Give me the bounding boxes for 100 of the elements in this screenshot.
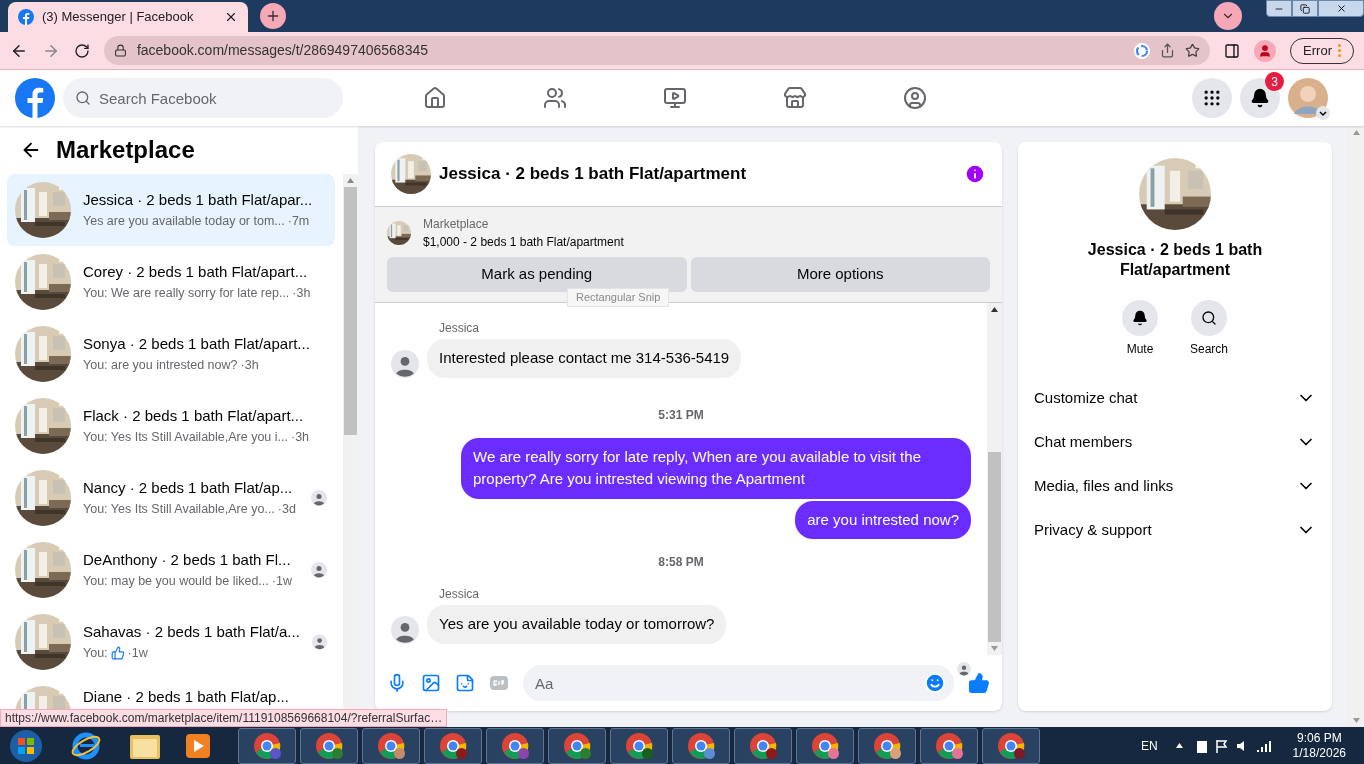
chat-preview: Yes are you available today or tom... (83, 212, 285, 230)
message-input[interactable]: Aa (523, 665, 954, 701)
details-section[interactable]: Media, files and links (1026, 464, 1324, 508)
message-bubble: are you intrested now? (795, 500, 971, 539)
share-icon[interactable] (1160, 43, 1176, 58)
grid-icon (1202, 88, 1222, 108)
window-close-button[interactable] (1318, 0, 1364, 17)
taskbar-button[interactable] (672, 727, 730, 764)
chat-list-item[interactable]: Sonya · 2 beds 1 bath Flat/apart... You: are you intrested now? ·3h (7, 318, 335, 390)
like-icon[interactable] (968, 672, 990, 694)
sticker-icon[interactable] (455, 673, 475, 693)
listing-action-button[interactable]: Mark as pending (387, 257, 687, 292)
facebook-logo-icon[interactable] (15, 78, 55, 118)
chat-header-title: Jessica · 2 beds 1 bath Flat/apartment (439, 163, 748, 186)
sender-name: Jessica (439, 586, 480, 603)
photo-icon[interactable] (421, 673, 441, 693)
search-icon (1201, 310, 1217, 326)
chat-preview: You: Yes Its Still Available,Are you i... (83, 428, 288, 446)
taskbar-button[interactable] (734, 727, 792, 764)
tab-title: (3) Messenger | Facebook (42, 8, 195, 27)
taskbar-button[interactable] (858, 727, 916, 764)
close-icon (1335, 3, 1347, 14)
restore-icon (1300, 3, 1310, 14)
profile-icon[interactable] (1254, 39, 1277, 62)
chat-title: Flack · 2 beds 1 bath Flat/apart... (83, 406, 305, 427)
chat-list-item[interactable]: Sahavas · 2 beds 1 bath Flat/a... You: ·1w (7, 606, 335, 678)
tab-search-button[interactable] (1214, 2, 1242, 30)
scroll-up-icon[interactable] (991, 307, 998, 312)
taskbar-button[interactable] (486, 727, 544, 764)
address-bar[interactable]: facebook.com/messages/t/2869497406568345 (103, 36, 1211, 65)
chat-title: Jessica · 2 beds 1 bath Flat/apar... (83, 190, 314, 211)
listing-title: $1,000 - 2 beds 1 bath Flat/apartment (423, 234, 624, 251)
chat-list-item[interactable]: Corey · 2 beds 1 bath Flat/apart... You: We are really sorry for late rep... ·3h (7, 246, 335, 318)
bell-icon (1250, 88, 1270, 108)
bookmark-star-icon[interactable] (1185, 43, 1201, 58)
plus-icon (265, 8, 281, 24)
close-icon[interactable] (224, 10, 238, 24)
timestamp: 5:31 PM (658, 406, 704, 424)
chat-list-item[interactable]: DeAnthony · 2 beds 1 bath Fl... You: may be you would be liked... ·1w (7, 534, 335, 606)
restore-button[interactable] (1292, 0, 1318, 17)
taskbar-button[interactable] (548, 727, 606, 764)
details-section[interactable]: Customize chat (1026, 376, 1324, 420)
groups-icon[interactable] (903, 86, 927, 110)
taskbar-button[interactable] (796, 727, 854, 764)
taskbar-button[interactable] (424, 727, 482, 764)
scrollbar-thumb[interactable] (988, 452, 1001, 642)
taskbar-button[interactable] (362, 727, 420, 764)
url-text: facebook.com/messages/t/2869497406568345 (136, 41, 429, 60)
chat-time: ·3h (240, 356, 259, 374)
home-icon[interactable] (423, 86, 447, 110)
lock-icon (113, 44, 127, 57)
chat-list-item[interactable]: Nancy · 2 beds 1 bath Flat/ap... You: Yes Its Still Available,Are yo... ·3d (7, 462, 335, 534)
taskbar-button[interactable] (300, 727, 358, 764)
notification-badge: 3 (1265, 72, 1284, 91)
message-bubble: Yes are you available today or tomorrow? (427, 605, 727, 644)
language-indicator[interactable]: EN (1140, 736, 1158, 755)
avatar-icon (957, 661, 971, 676)
taskbar-button[interactable] (610, 727, 668, 764)
notifications-button[interactable] (1240, 78, 1280, 118)
side-panel-icon[interactable] (1224, 42, 1241, 59)
details-section[interactable]: Privacy & support (1026, 508, 1324, 552)
menu-button[interactable] (1192, 78, 1232, 118)
sender-name: Jessica (439, 320, 480, 337)
media-player-icon[interactable] (184, 731, 212, 760)
bell-icon (1132, 310, 1148, 326)
details-section[interactable]: Chat members (1026, 420, 1324, 464)
message-bubble: Interested please contact me 314-536-5419 (427, 339, 742, 378)
clock-date[interactable]: 1/18/2026 (1292, 745, 1346, 761)
sidebar-title: Marketplace (56, 135, 195, 165)
marketplace-icon[interactable] (783, 86, 807, 110)
taskbar-button[interactable] (238, 727, 296, 764)
chat-time: ·3h (292, 284, 311, 302)
friends-icon[interactable] (543, 86, 567, 110)
avatar-icon (391, 349, 419, 378)
facebook-logo-icon[interactable] (18, 9, 34, 25)
chat-preview: You: may be you would be liked... (83, 572, 269, 590)
info-icon[interactable] (964, 163, 986, 185)
chat-title: DeAnthony · 2 beds 1 bath Fl... (83, 550, 292, 571)
reload-icon[interactable] (73, 42, 90, 59)
chat-time: ·3d (277, 500, 296, 518)
listing-label: Marketplace (423, 216, 490, 233)
taskbar-button[interactable] (982, 727, 1040, 764)
search-field[interactable]: Search Facebook (63, 78, 343, 118)
clock-time[interactable]: 9:06 PM (1296, 730, 1342, 746)
listing-action-button[interactable]: More options (690, 257, 990, 292)
emoji-icon[interactable] (924, 672, 946, 694)
chat-list-item[interactable]: Jessica · 2 beds 1 bath Flat/apar... Yes are you available today or tom... ·7m (7, 174, 335, 246)
contact-name: Jessica · 2 beds 1 bath Flat/apartment (1086, 240, 1264, 280)
minimize-button[interactable] (1266, 0, 1292, 17)
chevron-down-icon[interactable] (1316, 106, 1330, 120)
microphone-icon[interactable] (387, 673, 407, 693)
taskbar-button[interactable] (920, 727, 978, 764)
scrollbar-thumb[interactable] (344, 187, 357, 435)
message-bubble: We are really sorry for late reply, When are you available to visit the property? Are you intrested viewing the Apartment (461, 437, 971, 499)
show-hidden-icons-icon[interactable] (1175, 743, 1183, 748)
new-tab-button[interactable] (260, 3, 286, 29)
chat-list-item[interactable]: Flack · 2 beds 1 bath Flat/apart... You: Yes Its Still Available,Are you i... ·3h (7, 390, 335, 462)
video-icon[interactable] (663, 86, 687, 110)
browser-tab[interactable]: (3) Messenger | Facebook (8, 2, 248, 32)
chat-title: Sonya · 2 beds 1 bath Flat/apart... (83, 334, 311, 355)
